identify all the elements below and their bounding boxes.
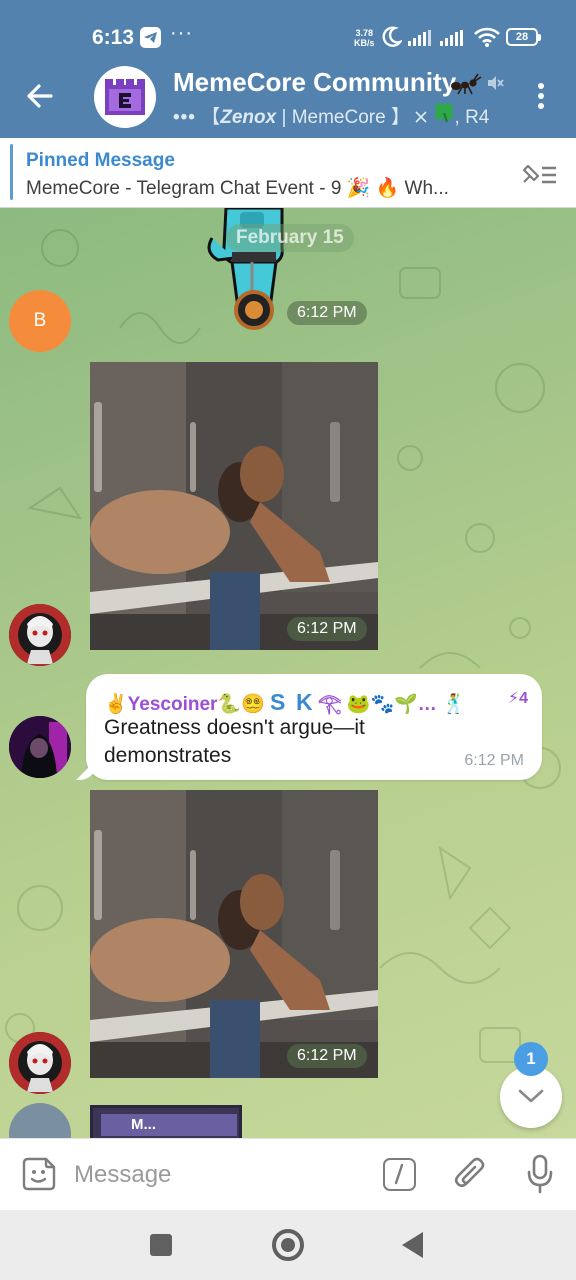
message-time: 6:12 PM: [287, 617, 367, 641]
text-message-bubble[interactable]: ✌️Yescoiner🐍😵‍💫 S K 𓂀 🐸🐾🌱… 🕺 ⚡4 Greatnes…: [86, 674, 542, 780]
sender-badge-k: K: [295, 689, 313, 715]
network-speed-value: 3.78: [355, 28, 374, 38]
recent-apps-button[interactable]: [150, 1234, 172, 1256]
video-message[interactable]: [90, 362, 378, 650]
do-not-disturb-icon: [382, 26, 402, 47]
top-bar: 6:13 ··· 3.78 KB/s 28 MemeCore Community…: [0, 0, 576, 138]
chat-subtitle: ••• 【Zenox | MemeCore 】 , R4: [173, 101, 489, 129]
message-input-bar: [0, 1138, 576, 1210]
signal-strength-icon: [408, 30, 431, 46]
sender-name-text: ✌️Yescoiner🐍😵‍💫: [104, 694, 265, 715]
video-thumbnail: [90, 362, 378, 650]
emoji-sticker-icon[interactable]: [22, 1157, 56, 1191]
status-time: 6:13: [92, 26, 135, 49]
pinned-message-bar[interactable]: Pinned Message MemeCore - Telegram Chat …: [0, 138, 576, 208]
battery-indicator: 28: [506, 28, 541, 46]
status-bar: 6:13 ··· 3.78 KB/s 28: [0, 0, 576, 62]
pinned-text: MemeCore - Telegram Chat Event - 9 🎉 🔥 W…: [26, 178, 449, 199]
message-input[interactable]: [74, 1155, 364, 1195]
subtitle-bracket-open: 【: [195, 107, 221, 128]
avatar[interactable]: [9, 604, 71, 666]
message-text: Greatness doesn't argue—it demonstrates: [104, 716, 365, 767]
message-time: 6:12 PM: [287, 1044, 367, 1068]
sender-name[interactable]: ✌️Yescoiner🐍😵‍💫 S K 𓂀 🐸🐾🌱… 🕺: [104, 686, 466, 717]
signal-strength-icon: [440, 30, 463, 46]
ant-emoji-icon: [451, 73, 482, 95]
microphone-icon[interactable]: [526, 1154, 554, 1196]
avatar[interactable]: [9, 716, 71, 778]
pinned-title: Pinned Message: [26, 150, 175, 171]
home-button[interactable]: [272, 1229, 304, 1261]
back-button[interactable]: [402, 1232, 423, 1258]
image-message[interactable]: M...: [90, 1105, 242, 1138]
sender-emoji-tail: 𓂀 🐸🐾🌱… 🕺: [317, 694, 466, 715]
anime-avatar-image: [9, 604, 71, 666]
chevron-down-icon: [518, 1089, 544, 1103]
telegram-notification-icon: [140, 27, 161, 48]
wifi-icon: [474, 27, 500, 47]
back-arrow-icon[interactable]: [24, 80, 56, 112]
video-message[interactable]: [90, 790, 378, 1078]
muted-speaker-icon: [488, 76, 504, 90]
subtitle-member-name: Zenox: [220, 107, 277, 128]
date-separator: February 15: [226, 224, 354, 252]
hooded-figure-avatar-image: [9, 716, 71, 778]
avatar[interactable]: B: [9, 290, 71, 352]
avatar[interactable]: [9, 1032, 71, 1094]
memecore-logo-icon: [105, 79, 145, 115]
unread-count-badge: 1: [514, 1042, 548, 1076]
subtitle-tail: , R4: [454, 107, 490, 128]
four-leaf-clover-icon: [434, 103, 453, 123]
crossed-swords-icon: [415, 111, 427, 123]
group-avatar[interactable]: [94, 66, 156, 128]
message-time: 6:12 PM: [287, 301, 367, 325]
bot-commands-button[interactable]: [383, 1158, 416, 1191]
paperclip-icon[interactable]: [454, 1156, 486, 1192]
network-speed: 3.78 KB/s: [354, 28, 375, 48]
message-time: 6:12 PM: [464, 752, 524, 769]
boost-badge: ⚡4: [507, 690, 528, 707]
sender-badge-s: S: [270, 689, 286, 715]
subtitle-bracket-close: | MemeCore 】: [276, 107, 410, 128]
more-notifications-icon: ···: [170, 22, 193, 44]
typing-indicator: •••: [173, 107, 196, 128]
image-window-title: M...: [101, 1114, 237, 1136]
network-speed-unit: KB/s: [354, 38, 375, 48]
chat-area[interactable]: February 15 6:12 PM B 6:12 PM ✌️Yescoine…: [0, 208, 576, 1138]
system-navigation-bar: [0, 1210, 576, 1280]
anime-avatar-image: [9, 1032, 71, 1094]
video-thumbnail: [90, 790, 378, 1078]
pinned-list-icon[interactable]: [520, 160, 558, 188]
chat-title[interactable]: MemeCore Community: [173, 67, 456, 98]
more-options-icon[interactable]: [528, 80, 554, 114]
slash-icon: [394, 1163, 404, 1185]
pinned-indicator-bar: [10, 144, 13, 200]
